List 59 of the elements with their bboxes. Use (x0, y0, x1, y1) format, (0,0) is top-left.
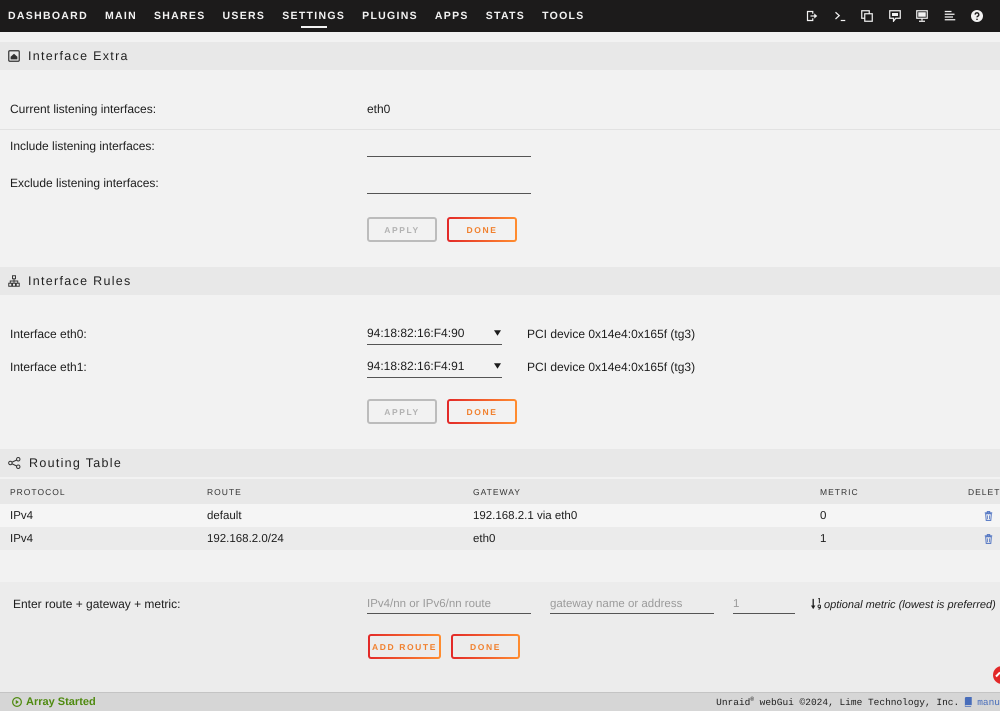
share-nodes-icon (8, 457, 21, 469)
nav-tab[interactable]: APPS (434, 0, 469, 32)
device-text: PCI device 0x14e4:0x165f (tg3) (527, 360, 696, 374)
overlapping-squares-icon[interactable] (861, 10, 873, 22)
help-icon[interactable] (971, 10, 983, 22)
home-box-icon (8, 50, 20, 62)
trash-icon[interactable] (984, 510, 993, 520)
nav-tab[interactable]: PLUGINS (362, 0, 418, 32)
nav-tab[interactable]: STATS (486, 0, 526, 32)
nav-tab[interactable]: TOOLS (542, 0, 585, 32)
input-field[interactable]: 1 (733, 594, 795, 614)
field-label: Include listening interfaces: (10, 138, 156, 153)
section-title: Interface Extra (28, 49, 129, 63)
column-header: DELET (968, 486, 1000, 496)
table-cell-text: default (207, 510, 243, 522)
logout-icon[interactable] (806, 10, 818, 22)
array-status: Array Started (26, 696, 96, 708)
caret-icon (494, 363, 501, 369)
copyright-text: Unraid$^{®}$ webGui ©2024, Lime Technology, Inc. (716, 696, 960, 708)
sitemap-icon (8, 275, 20, 287)
hint-text: optional metric (lowest is preferred) (824, 599, 996, 611)
trash-icon[interactable] (984, 534, 993, 544)
field-label: Exclude listening interfaces: (10, 175, 160, 190)
table-cell-text: 1 (820, 532, 828, 544)
field-label: Interface eth1: (10, 360, 88, 374)
field-value: eth0 (367, 102, 390, 116)
section-title: Routing Table (29, 456, 122, 470)
nav-tab[interactable]: DASHBOARD (8, 0, 88, 32)
table-cell-text: 192.168.2.0/24 (207, 532, 285, 544)
table-cell-text: eth0 (473, 532, 496, 544)
sort-down-icon (811, 598, 822, 610)
field-label: Interface eth0: (10, 326, 88, 340)
caret-icon (494, 330, 501, 336)
book-icon (964, 697, 972, 707)
nav-tab[interactable]: MAIN (104, 0, 137, 32)
column-header: ROUTE (207, 486, 243, 496)
column-header: METRIC (820, 486, 860, 496)
play-circle-icon (12, 697, 22, 707)
column-header: PROTOCOL (10, 486, 67, 496)
section-title: Interface Rules (28, 274, 132, 288)
field-label: Current listening interfaces: (10, 102, 158, 116)
monitor-icon[interactable] (916, 10, 928, 22)
column-header: GATEWAY (473, 486, 522, 496)
field-label: Enter route + gateway + metric: (13, 596, 182, 611)
nav-tab[interactable]: SHARES (154, 0, 206, 32)
input-field[interactable]: IPv4/nn or IPv6/nn route (367, 594, 531, 614)
select-field[interactable]: 94:18:82:16:F4:91 (367, 356, 502, 378)
input-field[interactable]: gateway name or address (550, 594, 714, 614)
device-text: PCI device 0x14e4:0x165f (tg3) (527, 326, 696, 340)
chat-icon[interactable] (888, 10, 900, 22)
table-cell-text: 192.168.2.1 via eth0 (473, 510, 578, 522)
select-field[interactable]: 94:18:82:16:F4:90 (367, 322, 502, 344)
nav-tab[interactable]: SETTINGS (282, 0, 346, 32)
table-cell-text: IPv4 (10, 532, 34, 544)
text-lines-icon[interactable] (944, 10, 956, 22)
nav-tab[interactable]: USERS (222, 0, 266, 32)
table-cell-text: 0 (820, 510, 828, 522)
terminal-icon[interactable] (834, 10, 846, 22)
table-cell-text: IPv4 (10, 510, 34, 522)
